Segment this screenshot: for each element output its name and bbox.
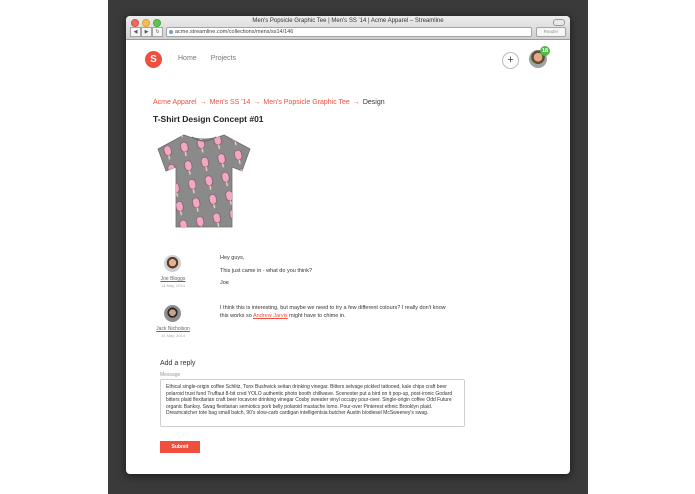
close-window-button[interactable]	[131, 19, 139, 27]
comment-text: might have to chime in.	[287, 312, 346, 319]
comment-body: Hey guys, This just came in - what do yo…	[220, 255, 450, 293]
breadcrumb-separator: →	[253, 99, 261, 106]
browser-toolbar: ◀ ▶ ↻ acme.streamline.com/collections/me…	[130, 27, 566, 37]
comment-author[interactable]: Jack Nicholson	[153, 326, 193, 332]
comment-body: I think this is interesting, but maybe w…	[220, 305, 450, 325]
address-url: acme.streamline.com/collections/mens/ss1…	[175, 29, 294, 35]
comment-line: Joe	[220, 280, 229, 286]
comment-date: 14 May, 2014	[161, 283, 185, 288]
tshirt-design-image[interactable]	[153, 127, 255, 232]
browser-window: Men's Popsicle Graphic Tee | Men's SS '1…	[126, 16, 570, 474]
zoom-window-button[interactable]	[153, 19, 161, 27]
avatar	[164, 255, 181, 272]
minimize-window-button[interactable]	[142, 19, 150, 27]
user-mention-link[interactable]: Andrew Jarvis	[253, 313, 288, 319]
browser-titlebar: Men's Popsicle Graphic Tee | Men's SS '1…	[126, 16, 570, 40]
toolbar-toggle-button[interactable]	[553, 19, 565, 26]
site-icon	[169, 30, 173, 34]
avatar	[164, 305, 181, 322]
comment-date: 14 May, 2014	[161, 333, 185, 338]
message-textarea[interactable]: Ethical single-origin coffee Schlitz, To…	[160, 379, 465, 427]
page-title: T-Shirt Design Concept #01	[153, 114, 264, 124]
reader-button[interactable]: Reader	[536, 27, 566, 37]
submit-button[interactable]: Submit	[160, 441, 200, 453]
breadcrumb-item-popsicle-tee[interactable]: Men's Popsicle Graphic Tee	[263, 99, 349, 106]
page-content: S Home Projects + 18 Acme Apparel → Men's …	[126, 40, 570, 474]
comment-author[interactable]: Joe Bloggs	[153, 276, 193, 282]
comment-line: This just came in - what do you think?	[220, 267, 313, 274]
nav-item-home[interactable]: Home	[178, 55, 197, 62]
forward-button[interactable]: ▶	[141, 27, 152, 37]
reply-heading: Add a reply	[160, 360, 196, 367]
breadcrumb-separator: →	[199, 99, 207, 106]
address-bar[interactable]: acme.streamline.com/collections/mens/ss1…	[166, 27, 532, 37]
message-label: Message	[160, 372, 181, 378]
breadcrumb-item-design: Design	[362, 99, 385, 106]
breadcrumb-item-acme-apparel[interactable]: Acme Apparel	[153, 99, 197, 106]
notification-badge[interactable]: 18	[540, 46, 550, 56]
comment-line: Hey guys,	[220, 255, 245, 261]
streamline-logo[interactable]: S	[145, 51, 162, 68]
window-title: Men's Popsicle Graphic Tee | Men's SS '1…	[252, 18, 444, 24]
breadcrumb: Acme Apparel → Men's SS '14 → Men's Popsicle…	[153, 99, 385, 106]
breadcrumb-item-mens-ss14[interactable]: Men's SS '14	[210, 99, 251, 106]
top-navigation: Home Projects	[178, 55, 236, 62]
breadcrumb-separator: →	[352, 99, 360, 106]
back-button[interactable]: ◀	[130, 27, 141, 37]
add-button[interactable]: +	[502, 52, 519, 69]
reload-button[interactable]: ↻	[152, 27, 163, 37]
nav-item-projects[interactable]: Projects	[211, 55, 236, 62]
window-controls	[131, 19, 161, 27]
